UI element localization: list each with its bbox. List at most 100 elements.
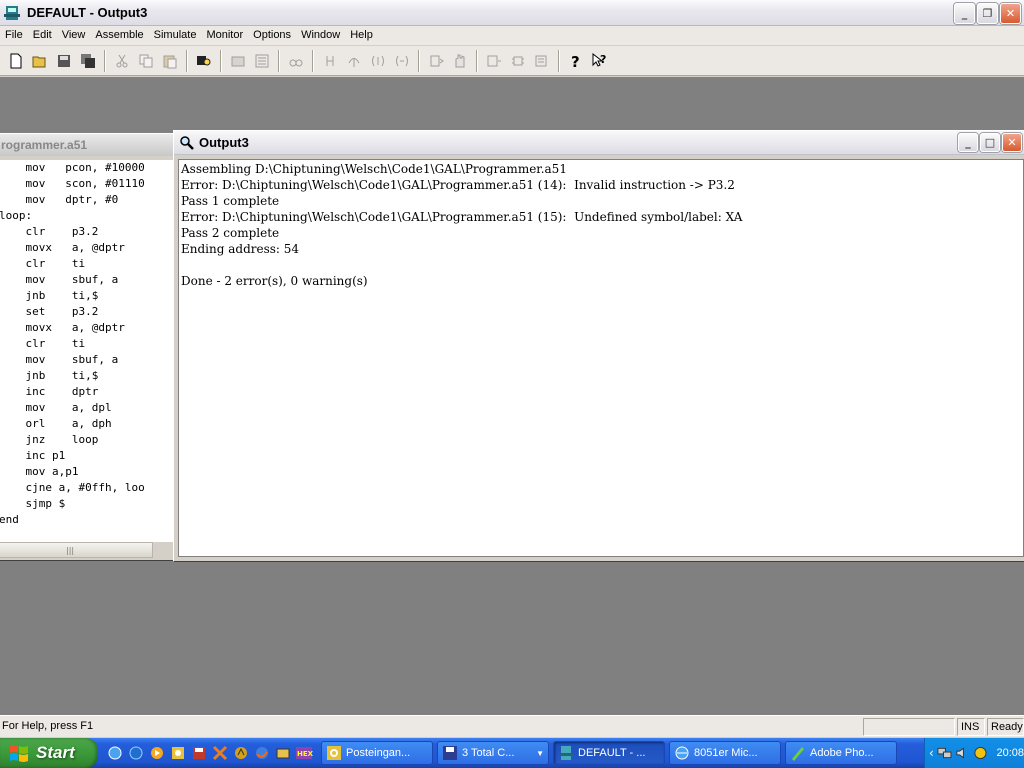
quick-launch-8[interactable]	[253, 744, 271, 762]
status-ins: INS	[957, 718, 985, 736]
toolbar-separator	[418, 49, 420, 72]
output-log[interactable]: Assembling D:\Chiptuning\Welsch\Code1\GA…	[178, 159, 1024, 557]
svg-text:?: ?	[600, 53, 606, 66]
reset-button[interactable]	[425, 50, 447, 72]
quick-launch-4[interactable]	[169, 744, 187, 762]
speaker-icon[interactable]	[955, 745, 970, 761]
quick-launch-7[interactable]	[232, 744, 250, 762]
help-icon: ?	[571, 53, 580, 69]
quick-launch-5[interactable]	[190, 744, 208, 762]
save-all-icon	[81, 53, 95, 68]
open-button[interactable]	[29, 50, 51, 72]
step-over-button[interactable]	[343, 50, 365, 72]
source-code-view[interactable]: mov pcon, #10000 mov scon, #01110 mov dp…	[0, 160, 175, 542]
code-line: mov sbuf, a	[0, 353, 119, 366]
memory-button[interactable]	[507, 50, 529, 72]
task-label: DEFAULT - ...	[578, 747, 646, 759]
menu-window[interactable]: Window	[296, 26, 345, 45]
task-label: Posteingan...	[346, 747, 411, 759]
scrollbar-thumb[interactable]: |||	[0, 543, 152, 557]
build-all-button[interactable]	[251, 50, 273, 72]
quick-launch-10[interactable]: HEX	[295, 744, 313, 762]
browser-icon	[129, 746, 143, 760]
help-button[interactable]: ?	[565, 50, 587, 72]
menu-simulate[interactable]: Simulate	[149, 26, 202, 45]
code-line: clr ti	[0, 257, 86, 270]
quick-launch-6[interactable]	[211, 744, 229, 762]
menu-options[interactable]: Options	[248, 26, 296, 45]
window-caption-buttons: _ ❐ ✕	[954, 3, 1021, 24]
horizontal-scrollbar[interactable]: |||	[0, 542, 153, 558]
goto-button[interactable]	[285, 50, 307, 72]
paste-button[interactable]	[159, 50, 181, 72]
output-minimize-button[interactable]: _	[958, 133, 978, 152]
menu-assemble[interactable]: Assemble	[90, 26, 148, 45]
menu-edit[interactable]: Edit	[28, 26, 57, 45]
quick-launch-3[interactable]	[148, 744, 166, 762]
svg-text:?: ?	[571, 53, 580, 69]
toolbar-separator	[220, 49, 222, 72]
build-all-icon	[255, 54, 269, 67]
context-help-icon: ?	[592, 52, 606, 67]
stop-button[interactable]	[449, 50, 471, 72]
code-line: clr p3.2	[0, 225, 99, 238]
quick-launch-9[interactable]	[274, 744, 292, 762]
media-player-icon	[151, 747, 163, 759]
breakpoint-button[interactable]	[483, 50, 505, 72]
start-button[interactable]: Start	[0, 738, 98, 768]
clock[interactable]: 20:08	[996, 747, 1024, 759]
new-button[interactable]	[5, 50, 27, 72]
output-window-titlebar[interactable]: Output3 _ □ ✕	[174, 131, 1024, 155]
code-line: cjne a, #0ffh, loo	[0, 481, 145, 494]
build-button[interactable]	[227, 50, 249, 72]
menu-help[interactable]: Help	[345, 26, 378, 45]
close-icon: ✕	[1007, 136, 1017, 149]
minimize-button[interactable]: _	[954, 3, 975, 24]
task-default-assembler[interactable]: DEFAULT - ...	[553, 741, 665, 765]
output-window[interactable]: Output3 _ □ ✕ Assembling D:\Chiptuning\W…	[173, 130, 1024, 562]
run-to-cursor-button[interactable]	[391, 50, 413, 72]
menu-monitor[interactable]: Monitor	[201, 26, 248, 45]
output-window-title: Output3	[199, 135, 249, 150]
title-bar[interactable]: DEFAULT - Output3 _ ❐ ✕	[0, 0, 1024, 26]
breakpoint-icon	[487, 55, 501, 66]
output-line: Pass 2 complete	[181, 226, 280, 240]
find-button[interactable]	[193, 50, 215, 72]
code-line: jnb ti,$	[0, 289, 99, 302]
minimize-icon: _	[965, 136, 971, 149]
step-into-button[interactable]	[319, 50, 341, 72]
quick-launch-1[interactable]	[106, 744, 124, 762]
save-button[interactable]	[53, 50, 75, 72]
toolbar-separator	[312, 49, 314, 72]
grip-icon: |||	[66, 546, 75, 555]
menu-view[interactable]: View	[57, 26, 91, 45]
firefox-icon	[256, 747, 268, 759]
winamp-icon	[235, 747, 247, 759]
menu-file[interactable]: File	[0, 26, 28, 45]
copy-button[interactable]	[135, 50, 157, 72]
network-icon[interactable]	[937, 745, 952, 761]
output-close-button[interactable]: ✕	[1002, 133, 1022, 152]
security-icon[interactable]	[973, 745, 988, 761]
output-maximize-button[interactable]: □	[980, 133, 1000, 152]
save-all-button[interactable]	[77, 50, 99, 72]
code-line: mov pcon, #10000	[0, 161, 145, 174]
status-ready: Ready	[987, 718, 1024, 736]
step-out-button[interactable]	[367, 50, 389, 72]
task-posteingang[interactable]: Posteingan...	[321, 741, 433, 765]
source-editor-title[interactable]: rogrammer.a51	[0, 134, 175, 156]
source-editor-window[interactable]: rogrammer.a51 mov pcon, #10000 mov scon,…	[0, 133, 176, 561]
tray-expand-icon[interactable]: ‹	[929, 746, 934, 760]
task-total-commander[interactable]: 3 Total C... ▼	[437, 741, 549, 765]
task-8051er[interactable]: 8051er Mic...	[669, 741, 781, 765]
context-help-button[interactable]: ?	[589, 50, 611, 72]
task-adobe-photoshop[interactable]: Adobe Pho...	[785, 741, 897, 765]
close-button[interactable]: ✕	[1000, 3, 1021, 24]
toolbar-separator	[278, 49, 280, 72]
status-help-text: For Help, press F1	[2, 720, 94, 732]
maximize-icon: □	[984, 136, 996, 149]
registers-button[interactable]	[531, 50, 553, 72]
quick-launch-2[interactable]	[127, 744, 145, 762]
restore-button[interactable]: ❐	[977, 3, 998, 24]
cut-button[interactable]	[111, 50, 133, 72]
